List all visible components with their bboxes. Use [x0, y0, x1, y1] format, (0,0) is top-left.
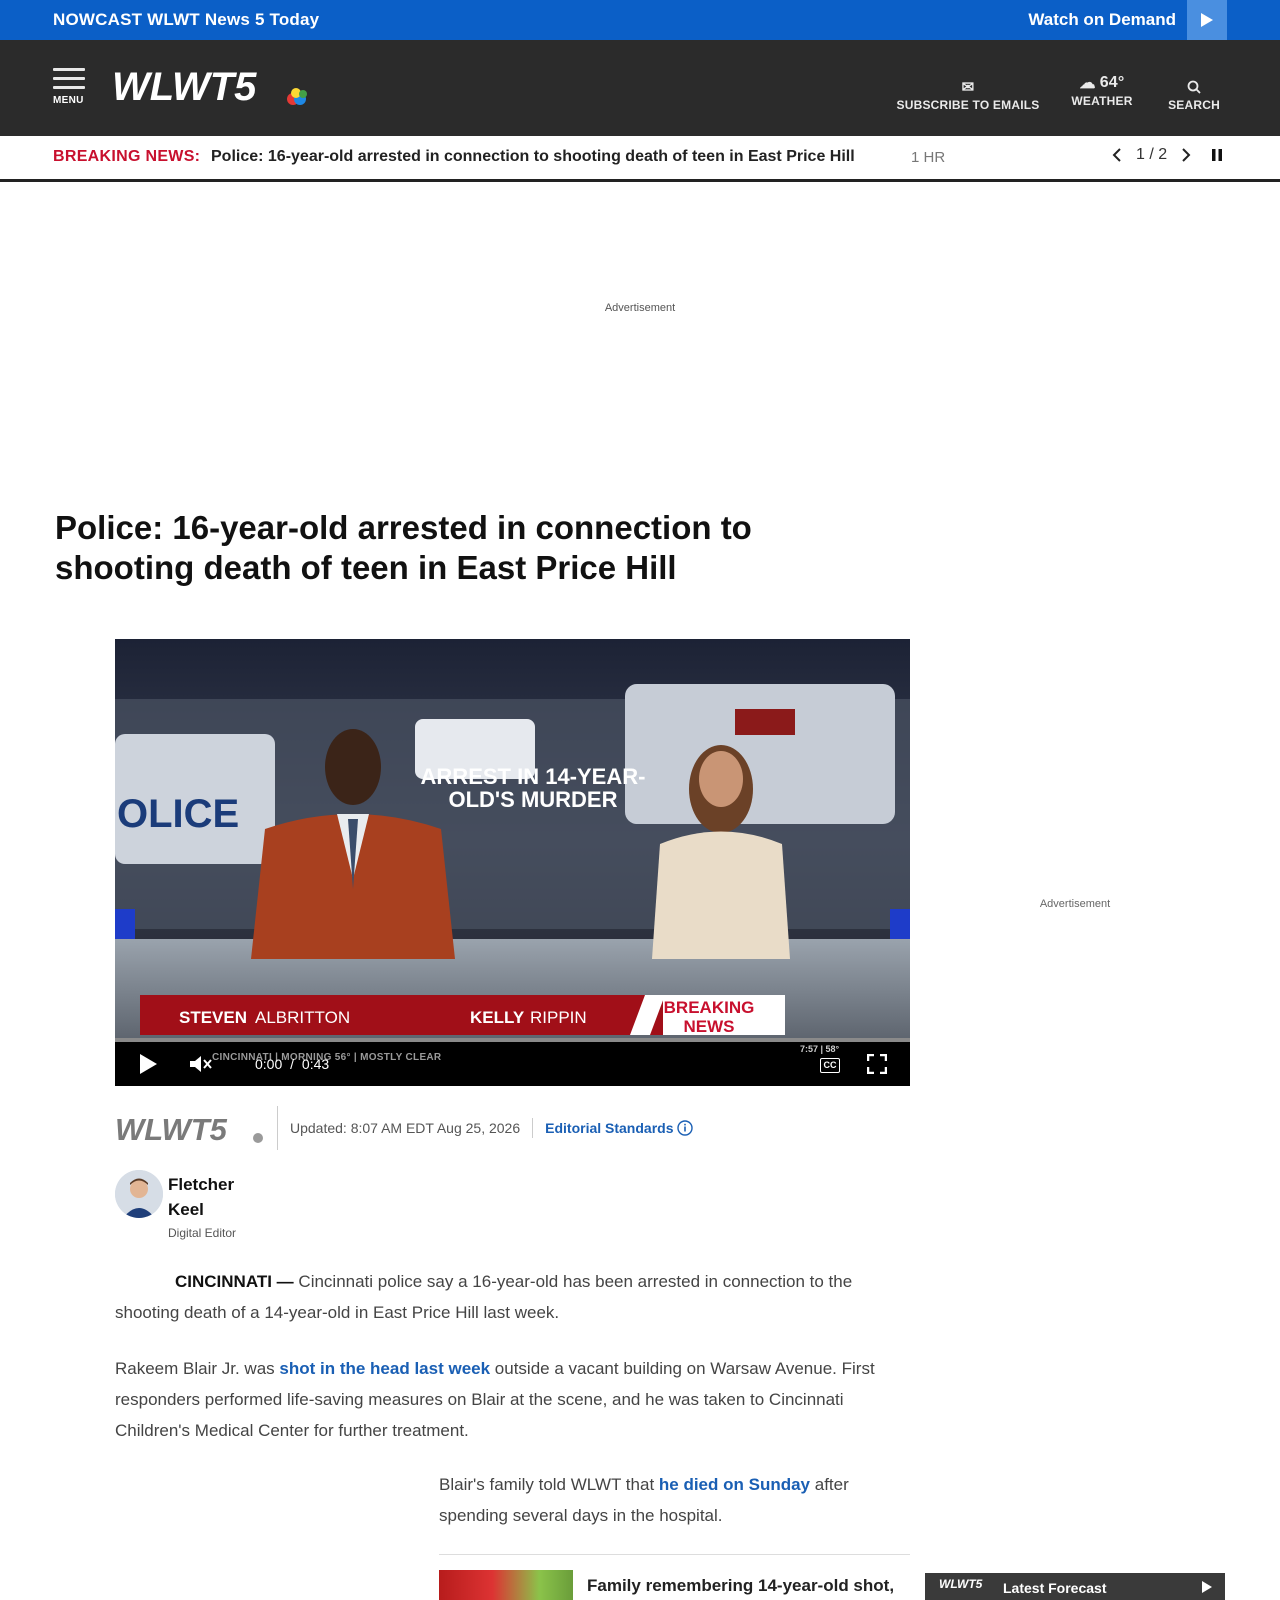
- breaking-news-age: 1 HR: [911, 149, 946, 166]
- info-icon: [677, 1120, 694, 1136]
- anchor1-last: ALBRITTON: [255, 1008, 350, 1027]
- forecast-logo: WLWT5: [939, 1577, 983, 1591]
- video-player[interactable]: OLICE ARREST IN 14-YEAR- OLD'S MURDER ST…: [115, 639, 910, 1086]
- editorial-standards-label: Editorial Standards: [545, 1120, 674, 1136]
- author-name[interactable]: Fletcher Keel: [168, 1172, 288, 1222]
- updated-timestamp: Updated: 8:07 AM EDT Aug 25, 2026: [290, 1120, 521, 1136]
- video-controls: CINCINNATI | MORNING 56° | MOSTLY CLEAR …: [115, 1042, 910, 1086]
- latest-forecast-widget[interactable]: WLWT5 Latest Forecast: [925, 1573, 1225, 1600]
- video-time-separator: /: [290, 1056, 295, 1072]
- watch-play-button[interactable]: [1187, 0, 1227, 40]
- chevron-right-icon[interactable]: [1181, 148, 1191, 162]
- weather-label: WEATHER: [1071, 94, 1133, 108]
- paragraph-3-text-a: Blair's family told WLWT that: [439, 1475, 659, 1494]
- breaking-news-pager: 1 / 2: [1112, 146, 1223, 164]
- envelope-icon: ✉: [961, 79, 975, 96]
- hamburger-icon-bar: [53, 86, 85, 89]
- video-time-total: 0:43: [301, 1056, 330, 1072]
- article-paragraph-2: Rakeem Blair Jr. was shot in the head la…: [115, 1353, 905, 1446]
- subscribe-label: SUBSCRIBE TO EMAILS: [896, 98, 1040, 112]
- author-last-name: Keel: [168, 1200, 204, 1219]
- meta-divider: [532, 1118, 534, 1138]
- related-story-title[interactable]: Family remembering 14-year-old shot,: [587, 1576, 907, 1596]
- site-header: MENU WLWT5 ✉ SUBSCRIBE TO EMAILS ☁ 64° WE…: [0, 40, 1280, 136]
- anchor2-first: KELLY: [470, 1008, 525, 1027]
- dateline: CINCINNATI —: [175, 1272, 294, 1291]
- author-avatar: [115, 1170, 163, 1218]
- subscribe-emails-button[interactable]: ✉ SUBSCRIBE TO EMAILS: [895, 76, 1041, 112]
- editorial-standards-link[interactable]: Editorial Standards: [545, 1120, 694, 1136]
- article-paragraph-1: CINCINNATI — Cincinnati police say a 16-…: [115, 1266, 915, 1328]
- pause-icon[interactable]: [1211, 148, 1223, 162]
- article-title: Police: 16-year-old arrested in connecti…: [55, 509, 752, 586]
- anchor2-last: RIPPIN: [530, 1008, 587, 1027]
- related-story-thumbnail[interactable]: [439, 1570, 573, 1600]
- article-meta: WLWT5 Updated: 8:07 AM EDT Aug 25, 2026 …: [115, 1106, 694, 1150]
- nowcast-prefix: NOWCAST: [53, 10, 143, 29]
- breaking-news-headline[interactable]: Police: 16-year-old arrested in connecti…: [211, 148, 855, 166]
- fullscreen-icon[interactable]: [867, 1054, 887, 1074]
- partly-cloudy-icon: ☁: [1079, 75, 1096, 92]
- shot-in-head-link[interactable]: shot in the head last week: [279, 1359, 490, 1378]
- related-divider: [439, 1554, 910, 1555]
- menu-button[interactable]: MENU: [53, 68, 85, 106]
- video-time: 0:00 / 0:43: [255, 1056, 329, 1072]
- video-time-current: 0:00: [255, 1056, 283, 1072]
- anchor1-first: STEVEN: [179, 1008, 247, 1027]
- pager-count: 1 / 2: [1136, 146, 1168, 163]
- author-role: Digital Editor: [168, 1226, 237, 1240]
- wlwt5-source-logo: WLWT5: [115, 1112, 263, 1146]
- nowcast-title: WLWT News 5 Today: [147, 10, 320, 29]
- logo-text: WLWT5: [112, 65, 257, 109]
- breaking-news-label: BREAKING NEWS:: [53, 148, 201, 165]
- forecast-label: Latest Forecast: [1003, 1580, 1107, 1596]
- search-icon: [1187, 80, 1201, 94]
- nowcast-link[interactable]: NOWCAST WLWT News 5 Today: [53, 10, 319, 30]
- hamburger-icon: [53, 68, 85, 71]
- video-headline-graphic: ARREST IN 14-YEAR- OLD'S MURDER: [421, 764, 646, 812]
- breaking-graphic-line1: BREAKING: [664, 998, 755, 1017]
- closed-captions-button[interactable]: CC: [820, 1058, 840, 1073]
- watch-on-demand-link[interactable]: Watch on Demand: [1028, 10, 1176, 30]
- video-clock: 7:57 | 58°: [800, 1044, 840, 1054]
- search-button[interactable]: SEARCH: [1162, 76, 1226, 112]
- source-logo-text: WLWT5: [115, 1112, 228, 1146]
- nowcast-bar: NOWCAST WLWT News 5 Today Watch on Deman…: [0, 0, 1280, 40]
- meta-divider: [277, 1106, 278, 1150]
- he-died-link[interactable]: he died on Sunday: [659, 1475, 810, 1494]
- breaking-news-ticker: BREAKING NEWS: Police: 16-year-old arres…: [0, 136, 1280, 182]
- search-label: SEARCH: [1168, 98, 1220, 112]
- paragraph-2-text-a: Rakeem Blair Jr. was: [115, 1359, 280, 1378]
- menu-label: MENU: [53, 95, 84, 106]
- svg-text:OLICE: OLICE: [117, 792, 239, 836]
- video-frame: OLICE ARREST IN 14-YEAR- OLD'S MURDER ST…: [115, 639, 910, 1042]
- breaking-graphic-line2: NEWS: [684, 1017, 735, 1036]
- play-icon: [1201, 13, 1213, 27]
- wlwt5-logo[interactable]: WLWT5: [110, 62, 310, 114]
- hamburger-icon-bar: [53, 77, 85, 80]
- cc-label: CC: [823, 1060, 837, 1070]
- muted-speaker-icon[interactable]: [188, 1053, 214, 1075]
- article-paragraph-3: Blair's family told WLWT that he died on…: [439, 1469, 909, 1531]
- video-headline-line1: ARREST IN 14-YEAR-: [421, 764, 646, 789]
- video-headline-line2: OLD'S MURDER: [448, 787, 617, 812]
- weather-button[interactable]: ☁ 64° WEATHER: [1066, 72, 1138, 108]
- weather-temp: 64°: [1099, 74, 1125, 91]
- advertisement-top: Advertisement: [604, 302, 676, 314]
- advertisement-side: Advertisement: [1039, 898, 1111, 910]
- play-icon[interactable]: [138, 1053, 158, 1075]
- author-first-name: Fletcher: [168, 1175, 235, 1194]
- chevron-left-icon[interactable]: [1112, 148, 1122, 162]
- play-icon: [1202, 1581, 1212, 1593]
